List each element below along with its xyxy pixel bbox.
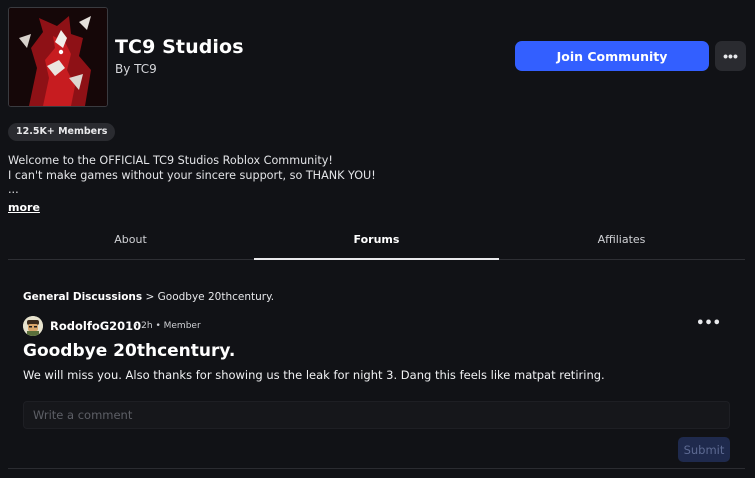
active-tab-indicator [254,258,499,260]
group-thumbnail [8,7,108,107]
description-more-link[interactable]: more [8,201,40,214]
description-line: ... [8,183,19,196]
submit-comment-button[interactable]: Submit [678,437,730,462]
post-meta-info: • 2h • Member [133,321,201,331]
breadcrumb-separator: > [145,291,155,303]
community-tabs: About Forums Affiliates [8,226,745,260]
breadcrumb-category[interactable]: General Discussions [23,291,142,303]
group-owner[interactable]: By TC9 [115,62,244,76]
group-title-block: TC9 Studios By TC9 [115,36,244,76]
post-menu-button[interactable]: ••• [696,316,721,331]
members-badge: 12.5K+ Members [8,123,116,141]
avatar[interactable] [23,316,43,336]
post-title: Goodbye 20thcentury. [23,341,236,361]
post-body: We will miss you. Also thanks for showin… [23,368,605,382]
comment-input[interactable] [23,401,730,429]
post-divider [8,468,745,469]
join-community-button[interactable]: Join Community [515,41,709,71]
group-more-button[interactable]: ••• [715,41,746,71]
description-line: Welcome to the OFFICIAL TC9 Studios Robl… [8,154,333,167]
group-title: TC9 Studios [115,36,244,58]
post-meta: RodolfoG2010 • 2h • Member ••• [23,316,733,336]
ellipsis-icon: ••• [723,48,738,64]
tab-affiliates[interactable]: Affiliates [499,226,744,260]
group-header: TC9 Studios By TC9 Join Community ••• [8,7,755,107]
group-description: Welcome to the OFFICIAL TC9 Studios Robl… [8,154,708,198]
post-author[interactable]: RodolfoG2010 [50,319,141,333]
description-line: I can't make games without your sincere … [8,168,376,182]
breadcrumb: General Discussions > Goodbye 20thcentur… [23,291,274,303]
ellipsis-icon: ••• [696,316,721,331]
tab-about[interactable]: About [8,226,253,260]
breadcrumb-current: Goodbye 20thcentury. [157,291,275,303]
community-page: TC9 Studios By TC9 Join Community ••• 12… [0,0,755,478]
tab-forums[interactable]: Forums [254,226,499,260]
